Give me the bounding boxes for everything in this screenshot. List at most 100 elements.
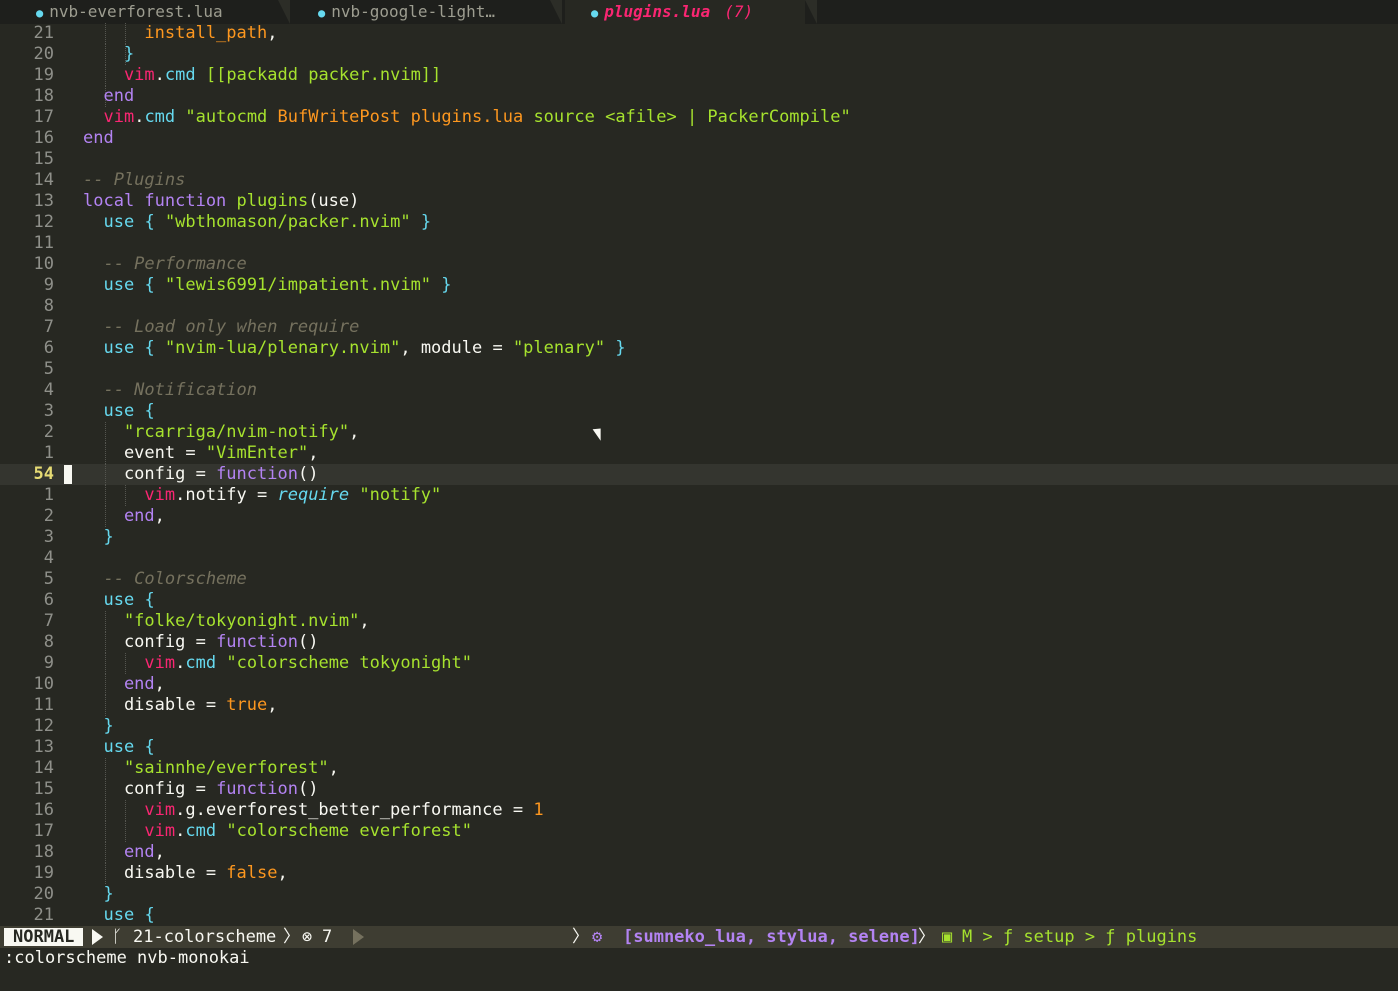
code-token: . — [154, 65, 165, 85]
code-line[interactable]: 13 local function plugins(use) — [0, 191, 1398, 212]
code-line[interactable]: 5 -- Colorscheme — [0, 569, 1398, 590]
code-line[interactable]: 18 end, — [0, 842, 1398, 863]
code-token: "autocmd — [185, 107, 278, 127]
line-number: 9 — [43, 653, 54, 673]
code-token: () — [297, 464, 319, 484]
lua-file-icon: ● — [36, 6, 44, 20]
code-line[interactable]: 15 — [0, 149, 1398, 170]
code-line[interactable]: 14 "sainnhe/everforest", — [0, 758, 1398, 779]
code-token: use — [83, 590, 135, 610]
code-line[interactable]: 9 use { "lewis6991/impatient.nvim" } — [0, 275, 1398, 296]
code-line[interactable]: 1 event = "VimEnter", — [0, 443, 1398, 464]
line-number: 17 — [33, 821, 54, 841]
tab-label: nvb-google-light… — [331, 2, 495, 21]
code-line[interactable]: 12 } — [0, 716, 1398, 737]
code-line[interactable]: 19 vim.cmd [[packadd packer.nvim]] — [0, 65, 1398, 86]
code-line[interactable]: 20 } — [0, 884, 1398, 905]
code-line[interactable]: 9 vim.cmd "colorscheme tokyonight" — [0, 653, 1398, 674]
code-line[interactable]: 19 disable = false, — [0, 863, 1398, 884]
line-number: 1 — [43, 443, 54, 463]
code-text: "folke/tokyonight.nvim", — [83, 611, 370, 632]
code-line[interactable]: 3 use { — [0, 401, 1398, 422]
code-text: use { — [83, 590, 154, 611]
code-line[interactable]: 11 disable = true, — [0, 695, 1398, 716]
code-line[interactable]: 54 config = function() — [0, 464, 1398, 485]
editor-buffer[interactable]: 21 install_path, 20 } 19 vim.cmd [[packadd… — [0, 23, 1398, 926]
code-text: end, — [83, 842, 165, 863]
code-line[interactable]: 13 use { — [0, 737, 1398, 758]
code-token: "notify" — [359, 485, 442, 505]
line-number: 3 — [43, 401, 54, 421]
code-line[interactable]: 3 } — [0, 527, 1398, 548]
code-line[interactable]: 14 -- Plugins — [0, 170, 1398, 191]
code-line[interactable]: 5 — [0, 359, 1398, 380]
code-text: -- Colorscheme — [83, 569, 247, 590]
code-token: -- Plugins — [83, 170, 186, 190]
code-line[interactable]: 17 vim.cmd "autocmd BufWritePost plugins… — [0, 107, 1398, 128]
code-token: "folke/tokyonight.nvim" — [83, 611, 360, 631]
code-line[interactable]: 8 — [0, 296, 1398, 317]
code-text: use { — [83, 401, 154, 422]
code-token: use — [83, 338, 135, 358]
code-token: -- Colorscheme — [83, 569, 247, 589]
tab-separator — [805, 0, 817, 24]
code-token: use — [83, 212, 135, 232]
code-text: -- Plugins — [83, 170, 185, 191]
code-line[interactable]: 17 vim.cmd "colorscheme everforest" — [0, 821, 1398, 842]
code-text: config = function() — [83, 464, 319, 485]
tabline: ● nvb-everforest.lua ● nvb-google-light… ●… — [0, 0, 1398, 24]
code-line[interactable]: 15 config = function() — [0, 779, 1398, 800]
chevron-right-icon: 〉 — [283, 927, 300, 947]
tab-nvb-google-light[interactable]: ● nvb-google-light… — [318, 0, 548, 24]
code-breadcrumb: M > ƒ setup > ƒ plugins — [962, 927, 1198, 947]
code-line[interactable]: 16 vim.g.everforest_better_performance =… — [0, 800, 1398, 821]
cursor — [64, 465, 72, 484]
command-line[interactable]: :colorscheme nvb-monokai — [4, 948, 250, 969]
code-line[interactable]: 4 -- Notification — [0, 380, 1398, 401]
code-token: , — [277, 863, 288, 883]
git-branch: 21-colorscheme — [133, 927, 277, 947]
code-token: "colorscheme tokyonight" — [226, 653, 472, 673]
line-number: 10 — [33, 674, 54, 694]
code-text: vim.cmd "autocmd BufWritePost plugins.lu… — [83, 107, 850, 128]
code-line[interactable]: 4 — [0, 548, 1398, 569]
line-number: 16 — [33, 128, 54, 148]
code-line[interactable]: 11 — [0, 233, 1398, 254]
code-line[interactable]: 2 "rcarriga/nvim-notify", — [0, 422, 1398, 443]
code-token: "lewis6991/impatient.nvim" — [164, 275, 432, 295]
code-text: use { — [83, 905, 155, 926]
code-line[interactable]: 2 end, — [0, 506, 1398, 527]
code-line[interactable]: 21 use { — [0, 905, 1398, 926]
code-line[interactable]: 18 end — [0, 86, 1398, 107]
statusline: NORMAL ᚴ 21-colorscheme 〉 ⊗ 7 〉 ⚙ [sumne… — [0, 926, 1398, 948]
code-line[interactable]: 6 use { "nvim-lua/plenary.nvim", module … — [0, 338, 1398, 359]
code-token: { — [144, 338, 155, 358]
code-line[interactable]: 12 use { "wbthomason/packer.nvim" } — [0, 212, 1398, 233]
code-text: vim.g.everforest_better_performance = 1 — [83, 800, 543, 821]
line-number: 2 — [43, 506, 54, 526]
tab-plugins-lua[interactable]: ● plugins.lua (7) — [565, 0, 805, 24]
code-text: end, — [83, 506, 165, 527]
code-token: . — [175, 653, 186, 673]
code-token: } — [83, 44, 135, 64]
code-text: disable = false, — [83, 863, 288, 884]
tab-nvb-everforest[interactable]: ● nvb-everforest.lua — [36, 0, 276, 24]
code-line[interactable]: 10 end, — [0, 674, 1398, 695]
code-line[interactable]: 7 -- Load only when require — [0, 317, 1398, 338]
code-line[interactable]: 21 install_path, — [0, 23, 1398, 44]
code-line[interactable]: 7 "folke/tokyonight.nvim", — [0, 611, 1398, 632]
code-token: { — [144, 905, 155, 925]
code-line[interactable]: 8 config = function() — [0, 632, 1398, 653]
code-text: vim.notify = require "notify" — [83, 485, 441, 506]
code-line[interactable]: 20 } — [0, 44, 1398, 65]
code-line[interactable]: 10 -- Performance — [0, 254, 1398, 275]
line-number: 14 — [33, 758, 54, 778]
code-line[interactable]: 16 end — [0, 128, 1398, 149]
code-line[interactable]: 1 vim.notify = require "notify" — [0, 485, 1398, 506]
line-number: 12 — [33, 716, 54, 736]
code-text: end — [83, 86, 134, 107]
code-token: "plenary" — [512, 338, 606, 358]
code-line[interactable]: 6 use { — [0, 590, 1398, 611]
